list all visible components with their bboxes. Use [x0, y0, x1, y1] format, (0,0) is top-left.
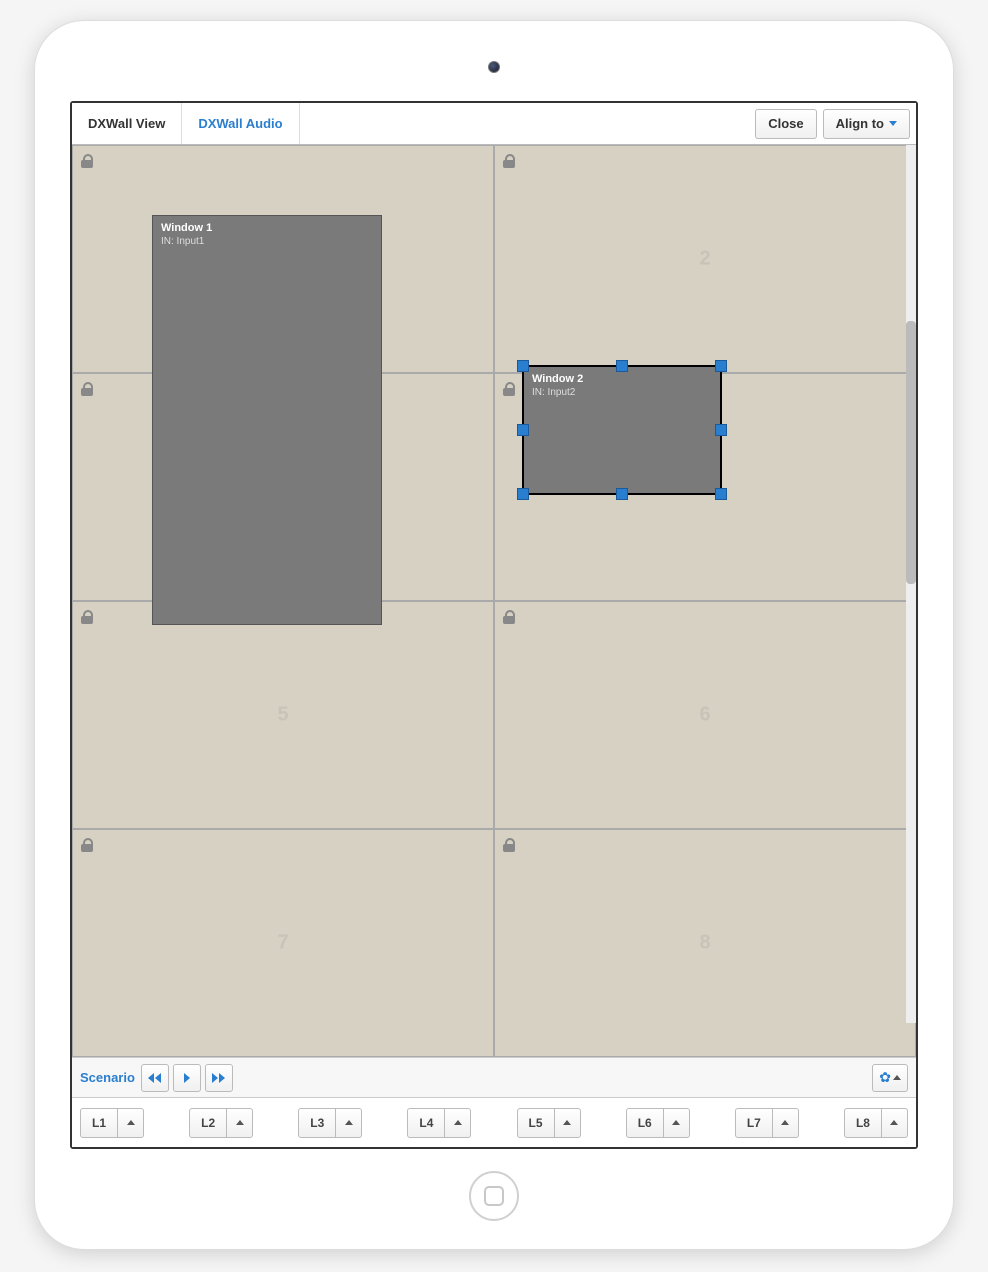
- tab-bar: DXWall View DXWall Audio: [72, 103, 749, 144]
- chevron-up-icon: [890, 1120, 898, 1125]
- layout-label[interactable]: L7: [735, 1108, 773, 1138]
- chevron-up-icon: [893, 1075, 901, 1080]
- resize-handle-n[interactable]: [616, 360, 628, 372]
- layout-dropdown[interactable]: [773, 1108, 799, 1138]
- chevron-down-icon: [889, 121, 897, 126]
- layout-label[interactable]: L1: [80, 1108, 118, 1138]
- layout-button-7[interactable]: L7: [735, 1108, 799, 1138]
- lock-icon: [81, 838, 93, 852]
- chevron-up-icon: [563, 1120, 571, 1125]
- lock-icon: [503, 610, 515, 624]
- cell-number: 7: [277, 932, 288, 955]
- settings-button[interactable]: ✿: [872, 1064, 908, 1092]
- fast-forward-icon: [212, 1073, 225, 1083]
- lock-icon: [503, 154, 515, 168]
- chevron-up-icon: [236, 1120, 244, 1125]
- close-button[interactable]: Close: [755, 109, 816, 139]
- layout-label[interactable]: L8: [844, 1108, 882, 1138]
- wall-cell[interactable]: 8: [494, 829, 916, 1057]
- layout-dropdown[interactable]: [118, 1108, 144, 1138]
- tablet-camera: [488, 61, 500, 73]
- window-title: Window 1: [161, 222, 373, 234]
- align-to-button[interactable]: Align to: [823, 109, 910, 139]
- scenario-toolbar: Scenario ✿: [72, 1057, 916, 1097]
- layout-button-2[interactable]: L2: [189, 1108, 253, 1138]
- scenario-label: Scenario: [80, 1070, 135, 1085]
- home-icon: [484, 1186, 504, 1206]
- layout-dropdown[interactable]: [227, 1108, 253, 1138]
- wall-cell[interactable]: 2: [494, 145, 916, 373]
- cell-number: 5: [277, 704, 288, 727]
- tablet-frame: DXWall View DXWall Audio Close Align to …: [34, 20, 954, 1250]
- play-icon: [184, 1073, 190, 1083]
- lock-icon: [503, 382, 515, 396]
- video-window-1[interactable]: Window 1 IN: Input1: [152, 215, 382, 625]
- layout-button-8[interactable]: L8: [844, 1108, 908, 1138]
- layout-label[interactable]: L2: [189, 1108, 227, 1138]
- resize-handle-s[interactable]: [616, 488, 628, 500]
- layout-label[interactable]: L3: [298, 1108, 336, 1138]
- chevron-up-icon: [672, 1120, 680, 1125]
- chevron-up-icon: [127, 1120, 135, 1125]
- rewind-icon: [148, 1073, 161, 1083]
- layout-dropdown[interactable]: [336, 1108, 362, 1138]
- layout-dropdown[interactable]: [664, 1108, 690, 1138]
- tab-dxwall-view[interactable]: DXWall View: [72, 103, 182, 144]
- wall-cell[interactable]: 7: [72, 829, 494, 1057]
- lock-icon: [81, 610, 93, 624]
- lock-icon: [503, 838, 515, 852]
- vertical-scrollbar[interactable]: [906, 145, 916, 1023]
- toolbar: DXWall View DXWall Audio Close Align to: [72, 103, 916, 145]
- resize-handle-e[interactable]: [715, 424, 727, 436]
- scrollbar-thumb[interactable]: [906, 321, 916, 584]
- cell-number: 2: [699, 248, 710, 271]
- tablet-home-button[interactable]: [469, 1171, 519, 1221]
- resize-handle-ne[interactable]: [715, 360, 727, 372]
- align-to-label: Align to: [836, 116, 884, 131]
- cell-number: 8: [699, 932, 710, 955]
- layout-dropdown[interactable]: [555, 1108, 581, 1138]
- layout-label[interactable]: L5: [517, 1108, 555, 1138]
- lock-icon: [81, 154, 93, 168]
- layout-button-6[interactable]: L6: [626, 1108, 690, 1138]
- window-input-label: IN: Input2: [532, 387, 712, 398]
- wall-cell[interactable]: 6: [494, 601, 916, 829]
- lock-icon: [81, 382, 93, 396]
- layout-button-1[interactable]: L1: [80, 1108, 144, 1138]
- layout-dropdown[interactable]: [445, 1108, 471, 1138]
- scenario-next-button[interactable]: [205, 1064, 233, 1092]
- wall-cell[interactable]: 5: [72, 601, 494, 829]
- window-input-label: IN: Input1: [161, 236, 373, 247]
- tab-dxwall-audio[interactable]: DXWall Audio: [182, 103, 299, 144]
- layout-button-3[interactable]: L3: [298, 1108, 362, 1138]
- layout-label[interactable]: L4: [407, 1108, 445, 1138]
- gear-icon: ✿: [879, 1069, 891, 1086]
- resize-handle-w[interactable]: [517, 424, 529, 436]
- chevron-up-icon: [781, 1120, 789, 1125]
- cell-number: 6: [699, 704, 710, 727]
- window-title: Window 2: [532, 373, 712, 385]
- app-window: DXWall View DXWall Audio Close Align to …: [70, 101, 918, 1149]
- chevron-up-icon: [345, 1120, 353, 1125]
- layout-dropdown[interactable]: [882, 1108, 908, 1138]
- layout-button-4[interactable]: L4: [407, 1108, 471, 1138]
- layout-button-5[interactable]: L5: [517, 1108, 581, 1138]
- resize-handle-nw[interactable]: [517, 360, 529, 372]
- resize-handle-sw[interactable]: [517, 488, 529, 500]
- video-window-2[interactable]: Window 2 IN: Input2: [522, 365, 722, 495]
- layouts-bar: L1 L2 L3 L4 L5 L6: [72, 1097, 916, 1147]
- resize-handle-se[interactable]: [715, 488, 727, 500]
- chevron-up-icon: [454, 1120, 462, 1125]
- wall-canvas[interactable]: 1 2 3 4 5: [72, 145, 916, 1057]
- scenario-prev-button[interactable]: [141, 1064, 169, 1092]
- scenario-play-button[interactable]: [173, 1064, 201, 1092]
- layout-label[interactable]: L6: [626, 1108, 664, 1138]
